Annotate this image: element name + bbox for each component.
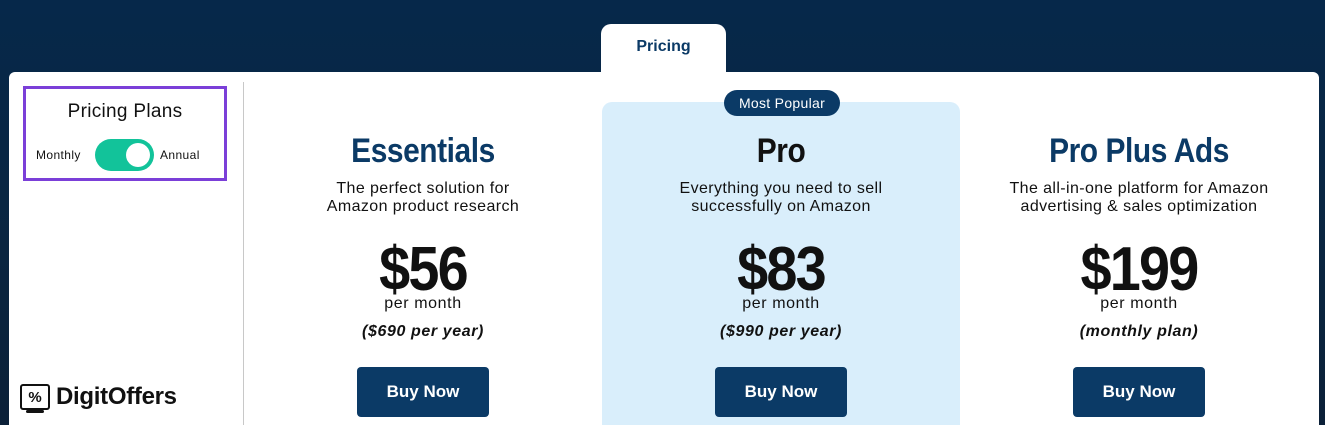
plan-period: per month [384,295,462,312]
plan-description-line: Everything you need to sell [679,180,883,197]
plan-description-line: The perfect solution for [336,180,510,197]
digitoffers-logo[interactable]: % DigitOffers [20,382,177,413]
plan-name: Pro Plus Ads [1049,132,1229,170]
plan-period: per month [1100,295,1178,312]
plan-description: The perfect solution for Amazon product … [244,180,602,216]
plan-description-line: Amazon product research [326,198,520,215]
plan-yearly-note: ($990 per year) [720,323,842,340]
buy-now-button-essentials[interactable]: Buy Now [357,367,489,417]
pricing-plans-title: Pricing Plans [67,101,183,122]
plan-card-pro: Pro Everything you need to sell successf… [602,102,960,425]
plan-description: The all-in-one platform for Amazon adver… [960,180,1318,216]
plan-description-line: The all-in-one platform for Amazon [1009,180,1269,197]
plan-name: Pro [756,132,806,170]
toggle-label-annual[interactable]: Annual [160,148,200,162]
tab-pricing[interactable]: Pricing [601,24,726,76]
plan-period: per month [742,295,820,312]
plan-description: Everything you need to sell successfully… [602,180,960,216]
logo-text: DigitOffers [56,383,177,410]
plan-description-line: advertising & sales optimization [1020,198,1258,215]
pricing-plans-box: Pricing Plans Monthly Annual [23,86,227,181]
billing-toggle-row: Monthly Annual [26,139,224,171]
buy-now-button-pro[interactable]: Buy Now [715,367,847,417]
plan-yearly-note: (monthly plan) [1079,323,1199,340]
plan-description-line: successfully on Amazon [691,198,871,215]
toggle-label-monthly[interactable]: Monthly [36,148,81,162]
billing-period-toggle[interactable] [95,139,154,171]
plan-yearly-note: ($690 per year) [362,323,484,340]
toggle-knob [126,143,150,167]
plan-card-essentials: Essentials The perfect solution for Amaz… [244,102,602,425]
plan-name: Essentials [351,132,495,170]
tab-pricing-label: Pricing [636,38,691,55]
laptop-percent-icon: % [20,384,50,413]
plan-card-pro-plus-ads: Pro Plus Ads The all-in-one platform for… [960,102,1318,425]
buy-now-button-pro-plus-ads[interactable]: Buy Now [1073,367,1205,417]
most-popular-badge: Most Popular [724,90,840,116]
